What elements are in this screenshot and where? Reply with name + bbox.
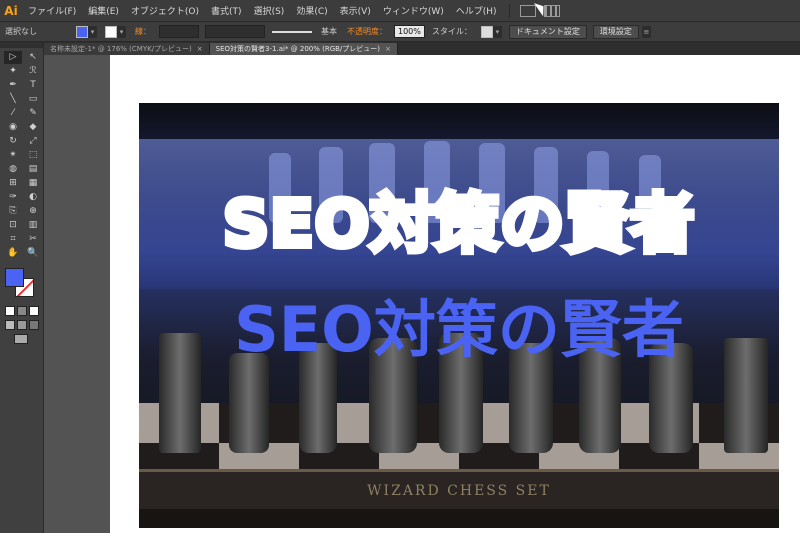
draw-normal-button[interactable]	[5, 320, 15, 330]
document-setup-button[interactable]: ドキュメント設定	[508, 24, 587, 39]
menu-effect[interactable]: 効果(C)	[290, 4, 333, 17]
style-label: スタイル：	[431, 27, 472, 36]
menu-divider	[508, 3, 510, 18]
control-bar: 選択なし ▾ ▾ 線： 基本 不透明度： 100% スタイル： ▾ ドキュメント…	[0, 22, 800, 42]
slice-tool-icon[interactable]: ▥	[24, 219, 42, 232]
artboard-tool-icon[interactable]: ⊡	[4, 219, 22, 232]
menu-help[interactable]: ヘルプ(H)	[450, 4, 503, 17]
eyedropper-tool-icon[interactable]: ✑	[4, 191, 22, 204]
pen-tool-icon[interactable]: ✒	[4, 79, 22, 92]
style-dropdown-icon[interactable]: ▾	[492, 25, 502, 38]
app-logo: Ai	[4, 3, 18, 18]
fill-box[interactable]	[5, 268, 24, 287]
color-mode-button[interactable]	[5, 306, 15, 316]
none-mode-button[interactable]	[29, 306, 39, 316]
opacity-label[interactable]: 不透明度：	[342, 26, 392, 37]
variable-width-profile[interactable]	[205, 25, 265, 38]
menu-select[interactable]: 選択(S)	[248, 4, 291, 17]
stroke-preview	[272, 30, 312, 33]
column-graph-tool-icon[interactable]: ⊕	[24, 205, 42, 218]
graphic-style-swatch[interactable]	[480, 25, 493, 38]
fill-stroke-control[interactable]	[5, 268, 41, 304]
selection-status: 選択なし	[5, 27, 37, 36]
control-panel-menu-icon[interactable]: ≡	[641, 25, 651, 38]
title-text-blue[interactable]: SEO対策の賢者	[139, 279, 779, 369]
stroke-weight-field[interactable]	[159, 25, 199, 38]
close-icon[interactable]: ×	[197, 45, 203, 53]
fill-dropdown-icon[interactable]: ▾	[88, 25, 97, 38]
illustrator-window: Ai ファイル(F) 編集(E) オブジェクト(O) 書式(T) 選択(S) 効…	[0, 0, 800, 533]
stroke-color-swatch[interactable]	[105, 25, 117, 38]
fill-color-swatch[interactable]	[76, 25, 88, 38]
lasso-tool-icon[interactable]: ℛ	[24, 65, 42, 78]
scale-tool-icon[interactable]: ⤢	[24, 135, 42, 148]
grid-tool-icon[interactable]: ⌗	[4, 233, 22, 246]
paintbrush-tool-icon[interactable]: ⁄	[4, 107, 22, 120]
close-icon[interactable]: ×	[385, 45, 391, 53]
free-transform-tool-icon[interactable]: ⬚	[24, 149, 42, 162]
selection-tool-icon[interactable]: ▷	[4, 51, 22, 64]
magic-wand-tool-icon[interactable]: ✦	[4, 65, 22, 78]
gradient-mode-button[interactable]	[17, 306, 27, 316]
board-engraving: WIZARD CHESS SET	[367, 483, 551, 499]
menu-bar: Ai ファイル(F) 編集(E) オブジェクト(O) 書式(T) 選択(S) 効…	[0, 0, 800, 22]
line-tool-icon[interactable]: ╲	[4, 93, 22, 106]
menu-window[interactable]: ウィンドウ(W)	[377, 4, 450, 17]
menu-edit[interactable]: 編集(E)	[82, 4, 125, 17]
eraser-tool-icon[interactable]: ◆	[24, 121, 42, 134]
rotate-tool-icon[interactable]: ↻	[4, 135, 22, 148]
draw-behind-button[interactable]	[17, 320, 27, 330]
preferences-button[interactable]: 環境設定	[592, 24, 639, 39]
mesh-tool-icon[interactable]: ⊞	[4, 177, 22, 190]
tool-grid: ▷ ↖ ✦ ℛ ✒ T ╲ ▭ ⁄ ✎ ◉ ◆ ↻ ⤢ ✴ ⬚ ◍ ▤ ⊞ ▦ ✑ ◐ ⎘ ⊕ ⊡ ▥ ⌗ ✂ ✋ 🔍	[0, 48, 43, 260]
placed-image[interactable]: WIZARD CHESS SET SEO対策の賢者 SEO対策の賢者	[139, 103, 779, 528]
rectangle-tool-icon[interactable]: ▭	[24, 93, 42, 106]
gradient-tool-icon[interactable]: ▦	[24, 177, 42, 190]
type-tool-icon[interactable]: T	[24, 79, 42, 92]
blob-brush-tool-icon[interactable]: ◉	[4, 121, 22, 134]
zoom-tool-icon[interactable]: 🔍	[24, 247, 42, 260]
symbol-sprayer-tool-icon[interactable]: ⎘	[4, 205, 22, 218]
menu-view[interactable]: 表示(V)	[334, 4, 377, 17]
tools-panel: ▷ ↖ ✦ ℛ ✒ T ╲ ▭ ⁄ ✎ ◉ ◆ ↻ ⤢ ✴ ⬚ ◍ ▤ ⊞ ▦ ✑ ◐ ⎘ ⊕ ⊡ ▥ ⌗ ✂ ✋ 🔍	[0, 42, 44, 533]
tab-label: 名称未設定-1* @ 176% (CMYK/プレビュー)	[50, 45, 192, 53]
warp-tool-icon[interactable]: ✴	[4, 149, 22, 162]
screen-mode-button[interactable]	[14, 334, 28, 344]
menu-object[interactable]: オブジェクト(O)	[125, 4, 205, 17]
blend-tool-icon[interactable]: ◐	[24, 191, 42, 204]
shape-builder-tool-icon[interactable]: ◍	[4, 163, 22, 176]
tab-seo-document[interactable]: SEO対策の賢者3-1.ai* @ 200% (RGB/プレビュー) ×	[209, 43, 398, 55]
bridge-icon[interactable]	[519, 4, 536, 17]
stroke-dropdown-icon[interactable]: ▾	[117, 25, 126, 38]
direct-selection-tool-icon[interactable]: ↖	[24, 51, 42, 64]
tab-label: SEO対策の賢者3-1.ai* @ 200% (RGB/プレビュー)	[215, 45, 381, 53]
title-text-white[interactable]: SEO対策の賢者	[139, 173, 779, 265]
pencil-tool-icon[interactable]: ✎	[24, 107, 42, 120]
brush-definition[interactable]: 基本	[316, 26, 342, 37]
menu-file[interactable]: ファイル(F)	[22, 4, 82, 17]
document-tabs: 名称未設定-1* @ 176% (CMYK/プレビュー) × SEO対策の賢者3-…	[44, 42, 800, 55]
stroke-weight-label: 線：	[135, 27, 151, 36]
perspective-grid-tool-icon[interactable]: ▤	[24, 163, 42, 176]
tab-untitled[interactable]: 名称未設定-1* @ 176% (CMYK/プレビュー) ×	[44, 43, 210, 55]
menu-type[interactable]: 書式(T)	[205, 4, 248, 17]
hand-tool-icon[interactable]: ✋	[4, 247, 22, 260]
opacity-field[interactable]: 100%	[394, 25, 425, 38]
draw-inside-button[interactable]	[29, 320, 39, 330]
scissors-tool-icon[interactable]: ✂	[24, 233, 42, 246]
